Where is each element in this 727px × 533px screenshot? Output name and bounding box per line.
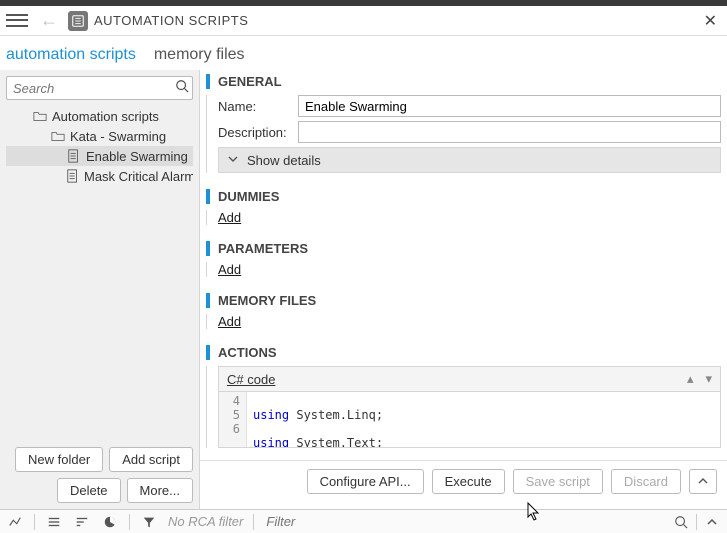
back-arrow-icon: ← [40,10,58,31]
configure-api-button[interactable]: Configure API... [307,469,424,494]
name-label: Name: [218,99,298,114]
execute-button[interactable]: Execute [432,469,505,494]
folder-open-icon [50,128,66,144]
code-gutter: 4 5 6 [219,392,247,447]
section-memory-files-title: MEMORY FILES [206,293,721,308]
sort-icon[interactable] [73,515,91,529]
close-button[interactable]: ✕ [700,11,721,31]
folder-open-icon [32,108,48,124]
tab-memory-files[interactable]: memory files [154,46,245,70]
collapse-icon[interactable] [703,516,721,528]
name-input[interactable] [298,95,721,117]
search-icon[interactable] [672,515,690,529]
section-parameters-title: PARAMETERS [206,241,721,256]
tab-automation-scripts[interactable]: automation scripts [6,46,136,70]
tree-script-mask-alarms[interactable]: Mask Critical Alarms [6,166,193,186]
pie-icon[interactable] [101,515,119,529]
module-title: AUTOMATION SCRIPTS [94,13,248,28]
filter-input[interactable] [264,513,662,530]
search-icon[interactable] [175,79,189,96]
funnel-icon[interactable] [140,515,158,529]
module-icon [68,11,88,31]
new-folder-button[interactable]: New folder [15,447,103,472]
list-icon[interactable] [45,515,63,529]
chevron-up-icon [698,476,708,486]
section-actions-title: ACTIONS [206,345,721,360]
move-down-icon[interactable]: ▾ [705,371,712,387]
script-icon [66,148,82,164]
delete-button[interactable]: Delete [57,478,121,503]
more-button[interactable]: More... [127,478,193,503]
memory-files-add-link[interactable]: Add [218,314,241,329]
chevron-down-icon [227,153,239,168]
description-label: Description: [218,125,298,140]
menu-button[interactable] [6,10,28,32]
rca-filter-label[interactable]: No RCA filter [168,514,243,529]
tree-script-enable-swarming[interactable]: Enable Swarming [6,146,193,166]
expand-button[interactable] [689,469,717,494]
section-general-title: GENERAL [206,74,721,89]
parameters-add-link[interactable]: Add [218,262,241,277]
code-editor[interactable]: 4 5 6 using System.Linq; using System.Te… [218,392,721,448]
discard-button[interactable]: Discard [611,469,681,494]
tree-root[interactable]: Automation scripts [6,106,193,126]
dummies-add-link[interactable]: Add [218,210,241,225]
tree-folder[interactable]: Kata - Swarming [6,126,193,146]
section-dummies-title: DUMMIES [206,189,721,204]
move-up-icon[interactable]: ▴ [687,371,694,387]
add-script-button[interactable]: Add script [109,447,193,472]
show-details-toggle[interactable]: Show details [218,147,721,173]
chart-icon[interactable] [6,515,24,529]
search-input[interactable] [6,76,193,100]
script-icon [66,168,80,184]
save-script-button[interactable]: Save script [513,469,603,494]
description-input[interactable] [298,121,721,143]
code-lines: using System.Linq; using System.Text; us… [247,392,512,447]
csharp-code-label[interactable]: C# code [227,372,275,387]
